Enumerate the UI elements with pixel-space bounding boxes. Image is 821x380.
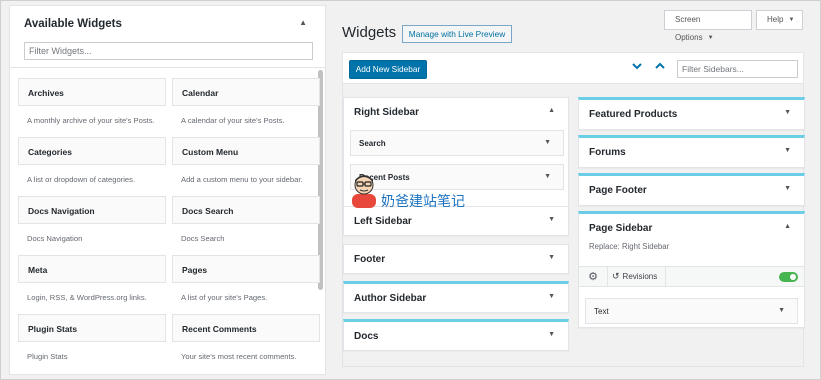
widget-item-calendar[interactable]: Calendar A calendar of your site's Posts… bbox=[172, 78, 320, 137]
collapse-arrow-icon[interactable]: ▲ bbox=[299, 18, 307, 27]
widget-title[interactable]: Plugin Stats bbox=[18, 314, 166, 342]
widget-item-meta[interactable]: Meta Login, RSS, & WordPress.org links. bbox=[18, 255, 166, 314]
collapse-arrow-icon[interactable]: ▲ bbox=[548, 107, 555, 114]
expand-arrow-icon[interactable]: ▼ bbox=[544, 173, 551, 180]
expand-all-icon[interactable] bbox=[630, 60, 644, 76]
widget-title[interactable]: Meta bbox=[18, 255, 166, 283]
sidebar-widget-text[interactable]: Text ▼ bbox=[585, 298, 798, 324]
screen-options-label: Screen Options bbox=[675, 15, 703, 42]
revisions-label: Revisions bbox=[622, 272, 658, 281]
widget-title[interactable]: Calendar bbox=[172, 78, 320, 106]
sidebar-title[interactable]: Author Sidebar bbox=[354, 293, 426, 304]
sidebar-title[interactable]: Forums bbox=[589, 147, 626, 158]
history-icon: ↺ bbox=[612, 271, 620, 281]
expand-arrow-icon[interactable]: ▼ bbox=[784, 109, 791, 116]
widget-description: A calendar of your site's Posts. bbox=[181, 116, 285, 125]
sidebar-title[interactable]: Featured Products bbox=[589, 109, 677, 120]
widget-title[interactable]: Docs Navigation bbox=[18, 196, 166, 224]
widget-item-docs-search[interactable]: Docs Search Docs Search bbox=[172, 196, 320, 255]
widget-title[interactable]: Pages bbox=[172, 255, 320, 283]
expand-arrow-icon[interactable]: ▼ bbox=[784, 185, 791, 192]
widget-title: Search bbox=[359, 139, 386, 148]
widget-item-archives[interactable]: Archives A monthly archive of your site'… bbox=[18, 78, 166, 137]
widget-description: Login, RSS, & WordPress.org links. bbox=[27, 293, 147, 302]
available-widgets-header: Available Widgets ▲ bbox=[10, 6, 325, 68]
sidebar-title[interactable]: Docs bbox=[354, 331, 378, 342]
sidebar-replace-note: Replace: Right Sidebar bbox=[589, 242, 670, 251]
widget-description: Add a custom menu to your sidebar. bbox=[181, 175, 303, 184]
expand-arrow-icon[interactable]: ▼ bbox=[548, 254, 555, 261]
add-new-sidebar-button[interactable]: Add New Sidebar bbox=[349, 60, 427, 79]
widget-description: A monthly archive of your site's Posts. bbox=[27, 116, 155, 125]
watermark-text: 奶爸建站笔记 bbox=[381, 194, 465, 210]
collapse-arrow-icon[interactable]: ▲ bbox=[784, 223, 791, 230]
available-widgets-title: Available Widgets bbox=[24, 18, 122, 30]
expand-arrow-icon[interactable]: ▼ bbox=[548, 216, 555, 223]
sidebar-forums[interactable]: Forums ▼ bbox=[578, 135, 805, 168]
widget-item-docs-navigation[interactable]: Docs Navigation Docs Navigation bbox=[18, 196, 166, 255]
caret-down-icon: ▼ bbox=[788, 17, 795, 23]
filter-sidebars-input[interactable] bbox=[677, 60, 798, 78]
sidebar-title[interactable]: Page Sidebar bbox=[589, 223, 652, 234]
sidebar-featured-products[interactable]: Featured Products ▼ bbox=[578, 97, 805, 130]
widget-item-plugin-stats[interactable]: Plugin Stats Plugin Stats bbox=[18, 314, 166, 373]
sidebar-widget-search[interactable]: Search ▼ bbox=[350, 130, 564, 156]
sidebar-widget-recent-posts[interactable]: Recent Posts ▼ bbox=[350, 164, 564, 190]
sidebars-toolbar: Add New Sidebar bbox=[342, 52, 804, 84]
expand-arrow-icon[interactable]: ▼ bbox=[778, 307, 785, 314]
widget-title[interactable]: Archives bbox=[18, 78, 166, 106]
widget-description: A list or dropdown of categories. bbox=[27, 175, 136, 184]
sidebar-revisions-bar: ⚙ ↺ Revisions bbox=[579, 266, 804, 287]
sidebar-footer[interactable]: Footer ▼ bbox=[343, 244, 569, 274]
sidebar-page-sidebar[interactable]: Page Sidebar ▲ Replace: Right Sidebar ⚙ … bbox=[578, 211, 805, 328]
expand-arrow-icon[interactable]: ▼ bbox=[784, 147, 791, 154]
watermark-avatar-icon bbox=[350, 172, 378, 208]
sidebar-title[interactable]: Left Sidebar bbox=[354, 216, 412, 227]
sidebar-title[interactable]: Page Footer bbox=[589, 185, 647, 196]
expand-arrow-icon[interactable]: ▼ bbox=[544, 139, 551, 146]
sidebar-title[interactable]: Footer bbox=[354, 254, 385, 265]
widget-description: Docs Navigation bbox=[27, 234, 83, 243]
widget-description: A list of your site's Pages. bbox=[181, 293, 268, 302]
help-button[interactable]: Help ▼ bbox=[756, 10, 803, 30]
available-widgets-panel: Available Widgets ▲ Archives A monthly a… bbox=[9, 5, 326, 375]
sidebar-toggle[interactable] bbox=[779, 272, 798, 282]
collapse-all-icon[interactable] bbox=[653, 60, 667, 76]
caret-down-icon: ▼ bbox=[707, 35, 714, 41]
widget-item-categories[interactable]: Categories A list or dropdown of categor… bbox=[18, 137, 166, 196]
widget-description: Your site's most recent comments. bbox=[181, 352, 297, 361]
widget-title[interactable]: Recent Comments bbox=[172, 314, 320, 342]
live-preview-button[interactable]: Manage with Live Preview bbox=[402, 25, 512, 43]
sidebar-docs[interactable]: Docs ▼ bbox=[343, 319, 569, 351]
sidebar-title[interactable]: Right Sidebar bbox=[354, 107, 419, 118]
gear-icon[interactable]: ⚙ bbox=[586, 270, 600, 284]
page-title: Widgets bbox=[342, 24, 397, 41]
widget-title[interactable]: Categories bbox=[18, 137, 166, 165]
widget-item-custom-menu[interactable]: Custom Menu Add a custom menu to your si… bbox=[172, 137, 320, 196]
widgets-screen: Available Widgets ▲ Archives A monthly a… bbox=[0, 0, 821, 380]
expand-arrow-icon[interactable]: ▼ bbox=[548, 293, 555, 300]
widget-description: Plugin Stats bbox=[27, 352, 68, 361]
widget-item-pages[interactable]: Pages A list of your site's Pages. bbox=[172, 255, 320, 314]
revisions-button[interactable]: ↺ Revisions bbox=[607, 267, 666, 286]
screen-options-button[interactable]: Screen Options ▼ bbox=[664, 10, 752, 42]
filter-widgets-input[interactable] bbox=[24, 42, 313, 60]
sidebar-author-sidebar[interactable]: Author Sidebar ▼ bbox=[343, 281, 569, 313]
widget-item-recent-comments[interactable]: Recent Comments Your site's most recent … bbox=[172, 314, 320, 373]
sidebar-page-footer[interactable]: Page Footer ▼ bbox=[578, 173, 805, 206]
widget-title[interactable]: Custom Menu bbox=[172, 137, 320, 165]
help-label: Help bbox=[767, 15, 784, 24]
widget-description: Docs Search bbox=[181, 234, 225, 243]
widget-title[interactable]: Docs Search bbox=[172, 196, 320, 224]
expand-arrow-icon[interactable]: ▼ bbox=[548, 331, 555, 338]
widget-title: Text bbox=[594, 307, 609, 316]
sidebars-area: Right Sidebar ▲ Search ▼ Recent Posts ▼ … bbox=[342, 84, 805, 367]
